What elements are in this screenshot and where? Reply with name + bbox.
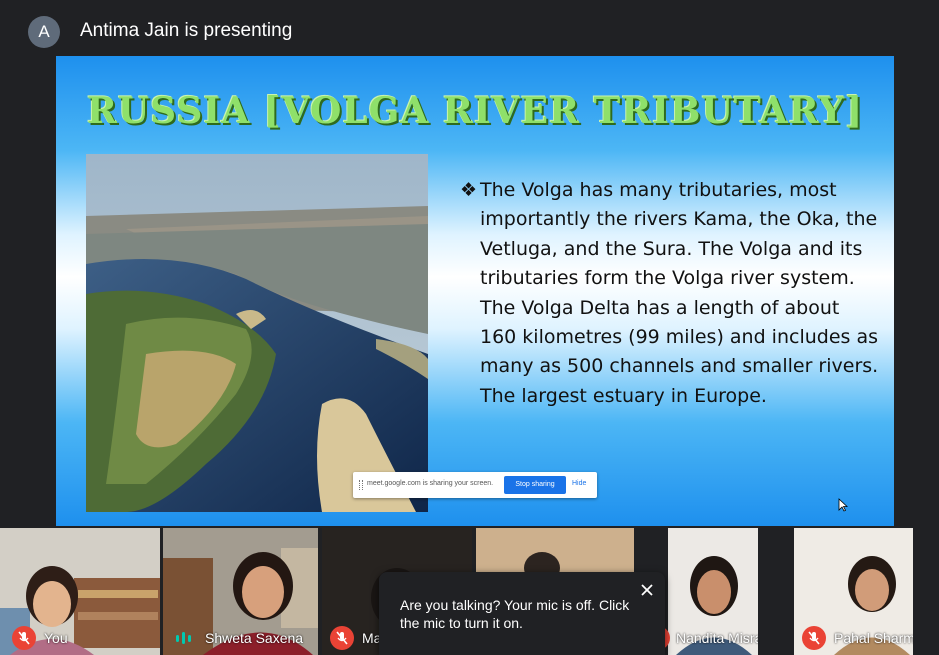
participant-name: Nandita Misra	[676, 630, 758, 646]
mic-off-icon[interactable]	[802, 626, 826, 650]
presenter-avatar[interactable]: A	[28, 16, 60, 48]
presenter-bar: A Antima Jain is presenting	[0, 0, 939, 56]
bullet-diamond-icon: ❖	[460, 179, 478, 201]
participant-name: You	[44, 630, 68, 646]
mic-off-toast: Are you talking? Your mic is off. Click …	[379, 572, 665, 655]
mic-off-icon[interactable]	[330, 626, 354, 650]
volga-river-aerial-photo	[86, 154, 428, 512]
slide-title: RUSSIA [VOLGA RIVER TRIBUTARY]	[86, 90, 864, 132]
share-message: meet.google.com is sharing your screen.	[367, 480, 494, 487]
bullet-text: The Volga has many tributaries, most imp…	[480, 179, 879, 407]
audio-wave-icon	[176, 632, 191, 644]
shared-slide: RUSSIA [VOLGA RIVER TRIBUTARY] ❖ The Vol…	[56, 56, 894, 526]
drag-handle-icon[interactable]	[359, 480, 363, 490]
participant-tile-nandita[interactable]: Nandita Misra	[668, 528, 758, 655]
hide-button[interactable]: Hide	[572, 480, 586, 487]
screen-share-bar: meet.google.com is sharing your screen. …	[353, 472, 597, 498]
participant-name: Shweta Saxena	[205, 630, 304, 646]
participant-name: Pahal Sharma	[834, 630, 913, 646]
close-icon[interactable]	[637, 580, 657, 600]
slide-bullet: ❖ The Volga has many tributaries, most i…	[460, 176, 880, 411]
toast-message: Are you talking? Your mic is off. Click …	[400, 597, 630, 631]
participant-tile-pahal[interactable]: Pahal Sharma	[794, 528, 913, 655]
mouse-cursor-icon	[838, 498, 848, 512]
participant-tile-you[interactable]: You	[0, 528, 160, 655]
presenting-label: Antima Jain is presenting	[80, 20, 293, 41]
stop-sharing-button[interactable]: Stop sharing	[504, 476, 566, 494]
participant-tile-shweta[interactable]: Shweta Saxena	[163, 528, 318, 655]
mic-off-icon[interactable]	[12, 626, 36, 650]
